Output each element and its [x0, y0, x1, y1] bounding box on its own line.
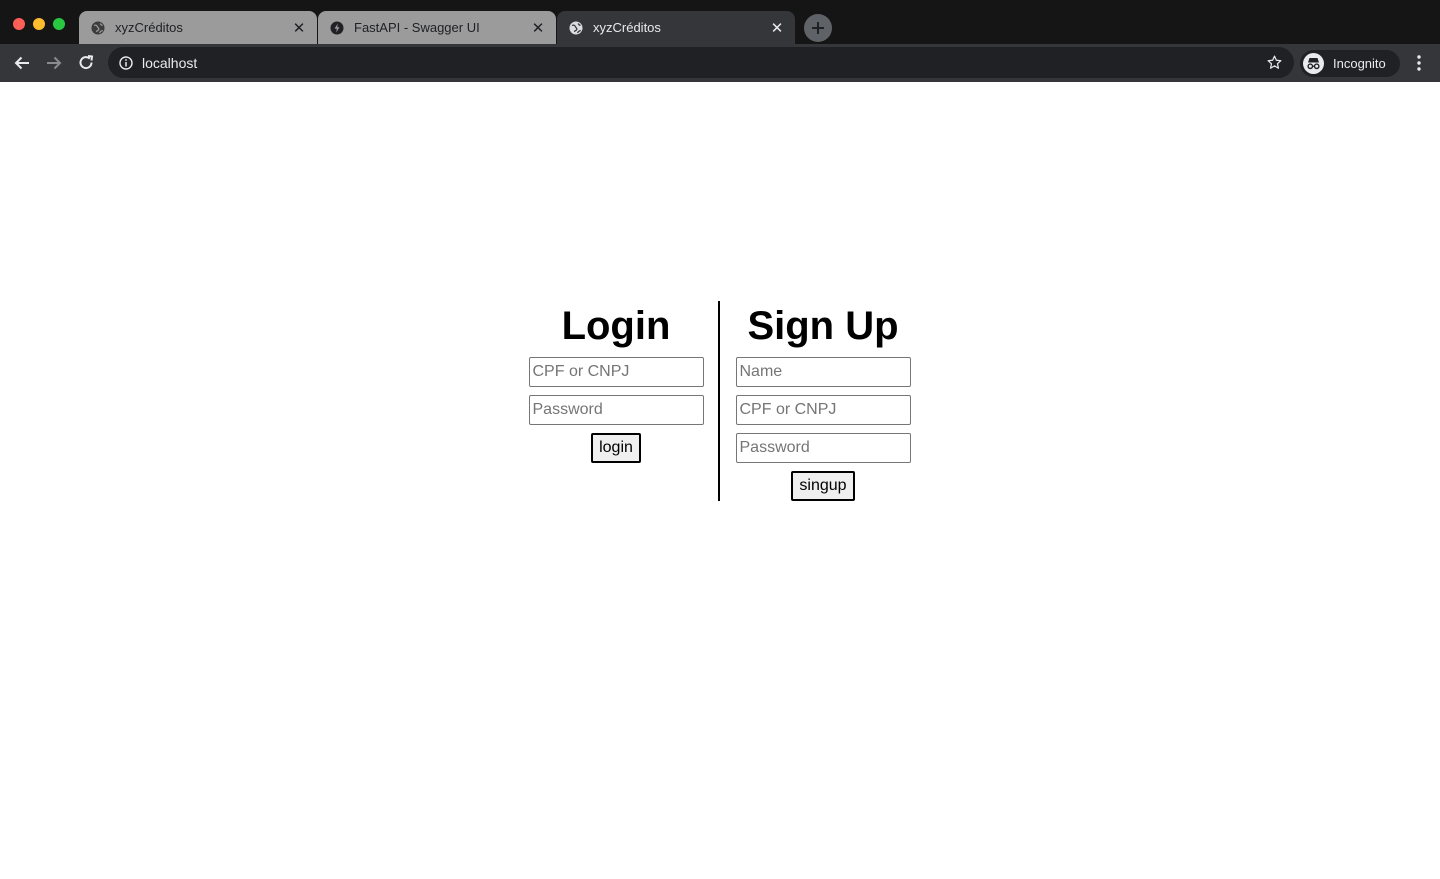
globe-icon — [91, 21, 105, 35]
login-button[interactable]: login — [591, 433, 641, 463]
incognito-icon — [1303, 53, 1324, 74]
back-button[interactable] — [10, 51, 34, 75]
page-content: Login login Sign Up singup — [0, 82, 1440, 879]
reload-button[interactable] — [74, 51, 98, 75]
bookmark-star-icon[interactable] — [1267, 55, 1282, 70]
url-text: localhost — [142, 54, 198, 71]
incognito-label: Incognito — [1333, 56, 1386, 71]
more-vertical-icon — [1417, 55, 1421, 71]
browser-menu-button[interactable] — [1409, 52, 1429, 74]
signup-password-input[interactable] — [735, 433, 911, 463]
tab-xyzcreditos-1[interactable]: xyzCréditos ✕ — [79, 11, 317, 44]
arrow-left-icon — [14, 56, 29, 70]
browser-toolbar: localhost Incognito — [0, 44, 1440, 82]
signup-heading: Sign Up — [747, 304, 899, 348]
forward-button[interactable] — [42, 51, 66, 75]
tab-close-icon[interactable]: ✕ — [291, 20, 307, 37]
incognito-profile-button[interactable]: Incognito — [1300, 50, 1400, 77]
tab-title: xyzCréditos — [593, 20, 661, 35]
signup-name-input[interactable] — [735, 357, 911, 387]
address-bar[interactable]: localhost — [108, 47, 1294, 78]
signup-form: Sign Up singup — [729, 300, 917, 501]
window-minimize-button[interactable] — [33, 18, 45, 30]
signup-button[interactable]: singup — [791, 471, 855, 501]
new-tab-button[interactable] — [804, 14, 832, 42]
tab-title: xyzCréditos — [115, 20, 183, 35]
arrow-right-icon — [47, 56, 62, 70]
globe-icon — [569, 21, 583, 35]
login-password-input[interactable] — [528, 395, 704, 425]
tab-fastapi-swagger[interactable]: FastAPI - Swagger UI ✕ — [318, 11, 556, 44]
tab-xyzcreditos-active[interactable]: xyzCréditos ✕ — [557, 11, 795, 44]
tab-close-icon[interactable]: ✕ — [769, 20, 785, 37]
login-cpf-input[interactable] — [528, 357, 704, 387]
window-maximize-button[interactable] — [53, 18, 65, 30]
info-icon[interactable] — [119, 55, 133, 70]
login-form: Login login — [522, 300, 710, 463]
vertical-divider — [718, 301, 720, 501]
browser-chrome: xyzCréditos ✕ FastAPI - Swagger UI ✕ xyz… — [0, 0, 1440, 82]
window-close-button[interactable] — [13, 18, 25, 30]
tab-title: FastAPI - Swagger UI — [354, 20, 480, 35]
login-heading: Login — [561, 304, 671, 348]
signup-cpf-input[interactable] — [735, 395, 911, 425]
fastapi-bolt-icon — [330, 21, 344, 35]
plus-icon — [812, 22, 824, 34]
reload-icon — [79, 55, 94, 70]
tab-strip: xyzCréditos ✕ FastAPI - Swagger UI ✕ xyz… — [0, 0, 1440, 44]
tab-close-icon[interactable]: ✕ — [530, 20, 546, 37]
